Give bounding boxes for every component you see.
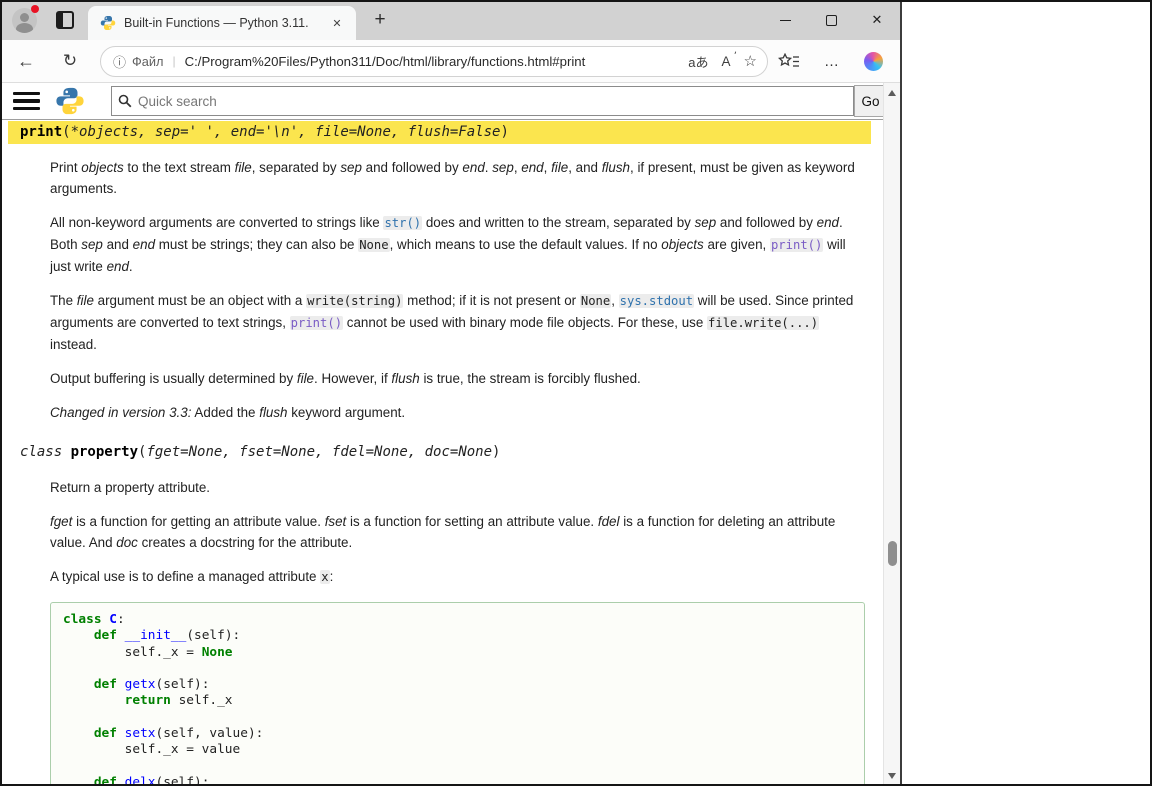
quick-search-box[interactable]: [111, 86, 854, 116]
back-button[interactable]: ←: [10, 45, 42, 77]
tab-close-icon[interactable]: ✕: [328, 14, 346, 32]
scrollbar-thumb[interactable]: [888, 541, 897, 566]
docs-content: print(*objects, sep=' ', end='\n', file=…: [0, 121, 881, 786]
window-controls: ✕: [762, 0, 900, 40]
doc-link[interactable]: print(): [290, 316, 343, 330]
url-divider: |: [172, 54, 175, 68]
tab-actions-menu-icon[interactable]: [56, 11, 74, 29]
notification-dot: [31, 5, 39, 13]
add-favorite-icon[interactable]: ☆: [744, 52, 757, 70]
code-example: class C: def __init__(self): self._x = N…: [50, 602, 865, 786]
doc-changed-note: Changed in version 3.3: Added the flush …: [50, 402, 865, 423]
maximize-icon: [826, 15, 837, 26]
web-page: Go print(*objects, sep=' ', end='\n', fi…: [0, 83, 900, 786]
screenshot-frame: Built-in Functions — Python 3.11. ✕ + ✕ …: [0, 0, 1152, 786]
doc-paragraph: All non-keyword arguments are converted …: [50, 212, 865, 277]
avatar-body: [16, 23, 33, 33]
reload-button[interactable]: ↻: [54, 45, 86, 77]
doc-paragraph: Return a property attribute.: [50, 477, 865, 498]
browser-window: Built-in Functions — Python 3.11. ✕ + ✕ …: [0, 0, 902, 786]
doc-paragraph: Output buffering is usually determined b…: [50, 368, 865, 389]
doc-link[interactable]: sys.stdout: [619, 294, 694, 308]
doc-paragraph: Print objects to the text stream file, s…: [50, 157, 865, 199]
url-text[interactable]: C:/Program%20Files/Python311/Doc/html/li…: [185, 54, 676, 69]
python-favicon: [100, 15, 116, 31]
menu-hamburger-icon[interactable]: [13, 92, 40, 111]
copilot-icon[interactable]: [864, 52, 883, 71]
scroll-up-icon[interactable]: [888, 90, 896, 96]
maximize-button[interactable]: [808, 0, 854, 40]
avatar-head: [20, 13, 29, 22]
settings-more-icon[interactable]: …: [824, 53, 840, 70]
address-bar[interactable]: ⓘ Файл | C:/Program%20Files/Python311/Do…: [100, 46, 768, 77]
property-description: Return a property attribute. fget is a f…: [50, 477, 865, 786]
print-signature: print(*objects, sep=' ', end='\n', file=…: [8, 121, 871, 144]
url-scheme-label: Файл: [132, 54, 163, 69]
scroll-down-icon[interactable]: [888, 773, 896, 779]
window-close-button[interactable]: ✕: [854, 0, 900, 40]
search-input[interactable]: [138, 94, 847, 109]
minimize-icon: [780, 20, 791, 21]
python-logo: [55, 86, 85, 116]
print-description: Print objects to the text stream file, s…: [50, 157, 865, 423]
toolbar-right: …: [778, 52, 883, 71]
browser-titlebar: Built-in Functions — Python 3.11. ✕ + ✕: [0, 0, 900, 40]
tab-title: Built-in Functions — Python 3.11.: [124, 16, 328, 30]
doc-paragraph: The file argument must be an object with…: [50, 290, 865, 355]
read-aloud-icon[interactable]: A: [722, 54, 731, 69]
doc-link[interactable]: print(): [770, 238, 823, 252]
page-scrollbar[interactable]: [883, 83, 900, 786]
doc-paragraph: A typical use is to define a managed att…: [50, 566, 865, 588]
new-tab-button[interactable]: +: [368, 8, 392, 32]
property-signature: class property(fget=None, fset=None, fde…: [8, 441, 871, 464]
minimize-button[interactable]: [762, 0, 808, 40]
search-icon: [118, 94, 132, 108]
browser-tab[interactable]: Built-in Functions — Python 3.11. ✕: [88, 6, 356, 40]
favorites-icon[interactable]: [778, 53, 800, 70]
browser-toolbar: ← ↻ ⓘ Файл | C:/Program%20Files/Python31…: [0, 40, 900, 83]
docs-page-header: Go: [0, 83, 900, 120]
doc-link[interactable]: str(): [383, 216, 422, 230]
translate-icon[interactable]: aあ: [688, 52, 708, 71]
site-info-icon[interactable]: ⓘ: [113, 52, 126, 71]
doc-paragraph: fget is a function for getting an attrib…: [50, 511, 865, 553]
